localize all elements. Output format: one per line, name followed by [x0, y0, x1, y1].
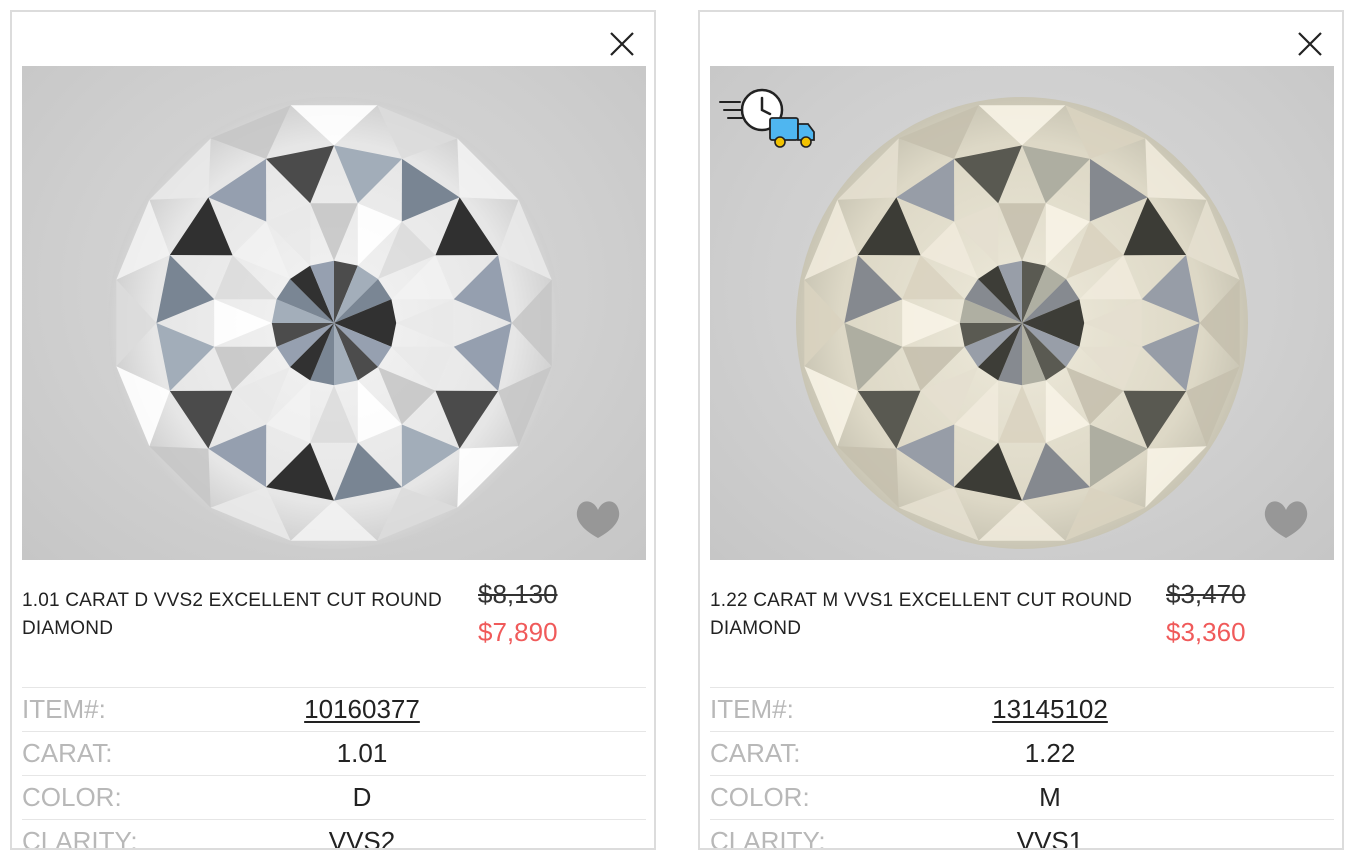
spec-label: COLOR: [710, 782, 810, 812]
close-icon[interactable] [1296, 30, 1324, 58]
spec-value: 1.01 [336, 738, 388, 768]
spec-label: ITEM#: [22, 694, 106, 724]
diamond-facet [837, 138, 899, 200]
close-icon[interactable] [608, 30, 636, 58]
spec-value: VVS2 [328, 826, 396, 850]
product-title[interactable]: 1.22 CARAT M VVS1 EXCELLENT CUT ROUND DI… [710, 587, 1150, 643]
original-price: $3,470 [1166, 579, 1246, 609]
spec-row-item: ITEM#: 13145102 [710, 687, 1334, 732]
sale-price: $3,360 [1166, 617, 1246, 647]
spec-row-clarity: CLARITY: VVS1 [710, 819, 1334, 850]
comparison-card-1: 1.01 CARAT D VVS2 EXCELLENT CUT ROUND DI… [10, 10, 656, 850]
spec-row-color: COLOR: M [710, 775, 1334, 820]
original-price: $8,130 [478, 579, 558, 609]
sale-price: $7,890 [478, 617, 558, 647]
spec-label: CLARITY: [710, 826, 826, 850]
diamond-graphic [108, 97, 560, 549]
spec-label: CARAT: [22, 738, 113, 768]
diamond-facet [457, 446, 519, 508]
diamond-facet [837, 446, 899, 508]
diamond-image[interactable] [22, 66, 646, 560]
product-title[interactable]: 1.01 CARAT D VVS2 EXCELLENT CUT ROUND DI… [22, 587, 462, 643]
item-number-link[interactable]: 13145102 [944, 694, 1156, 725]
spec-label: CARAT: [710, 738, 801, 768]
diamond-image[interactable] [710, 66, 1334, 560]
comparison-card-2: 1.22 CARAT M VVS1 EXCELLENT CUT ROUND DI… [698, 10, 1344, 850]
item-number-link[interactable]: 10160377 [256, 694, 468, 725]
spec-row-clarity: CLARITY: VVS2 [22, 819, 646, 850]
spec-value: M [1039, 782, 1061, 812]
spec-label: COLOR: [22, 782, 122, 812]
spec-row-carat: CARAT: 1.22 [710, 731, 1334, 776]
spec-row-item: ITEM#: 10160377 [22, 687, 646, 732]
spec-value: D [352, 782, 372, 812]
spec-row-color: COLOR: D [22, 775, 646, 820]
heart-watermark-icon [1264, 501, 1308, 538]
heart-watermark-icon [576, 501, 620, 538]
spec-value: 1.22 [1024, 738, 1076, 768]
spec-row-carat: CARAT: 1.01 [22, 731, 646, 776]
spec-label: ITEM#: [710, 694, 794, 724]
spec-value: VVS1 [1016, 826, 1084, 850]
spec-label: CLARITY: [22, 826, 138, 850]
fast-shipping-icon [719, 88, 815, 148]
